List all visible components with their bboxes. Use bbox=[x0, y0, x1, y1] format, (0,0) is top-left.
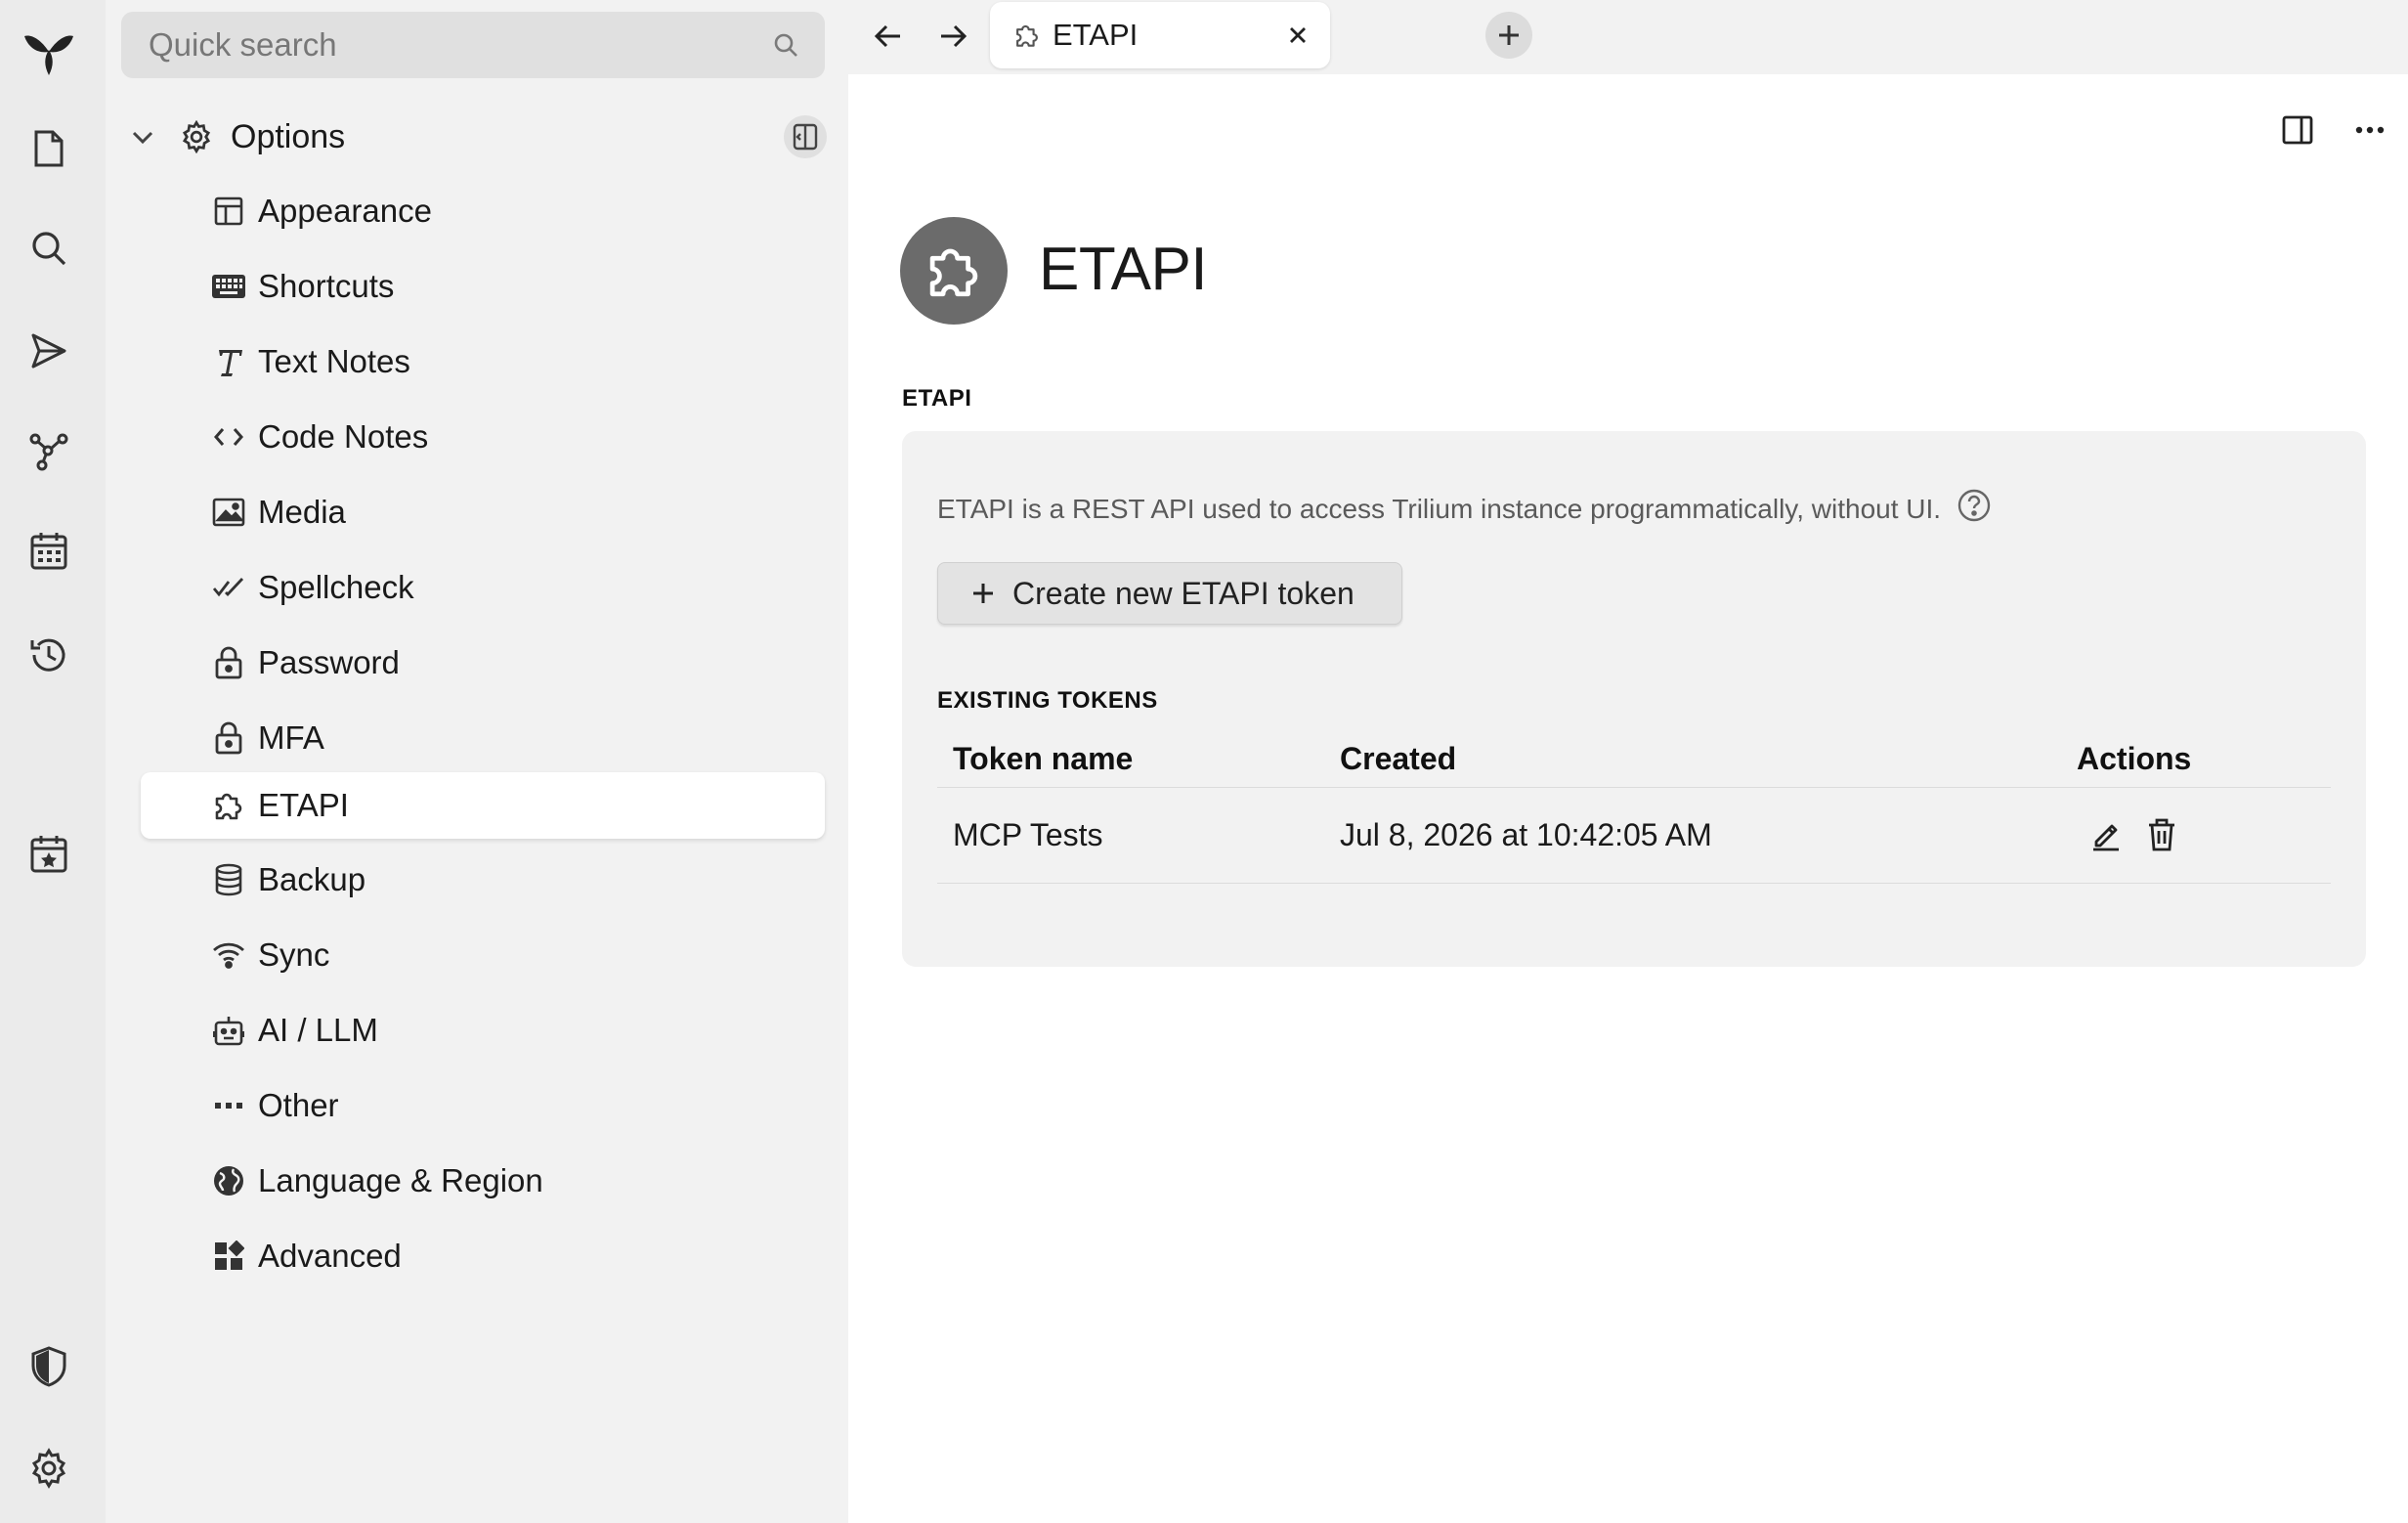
close-icon[interactable] bbox=[1283, 26, 1312, 44]
forward-arrow-icon[interactable] bbox=[928, 12, 977, 61]
history-icon[interactable] bbox=[22, 628, 76, 682]
calendar-icon[interactable] bbox=[22, 524, 76, 579]
plus-icon bbox=[971, 582, 995, 605]
keyboard-icon bbox=[209, 267, 248, 306]
back-arrow-icon[interactable] bbox=[864, 12, 913, 61]
launcher-bar bbox=[0, 0, 106, 1523]
tree-item-shortcuts[interactable]: Shortcuts bbox=[141, 253, 825, 320]
image-icon bbox=[209, 493, 248, 532]
tree-item-spellcheck[interactable]: Spellcheck bbox=[141, 554, 825, 621]
tree-item-label: Spellcheck bbox=[258, 569, 414, 605]
database-icon bbox=[209, 860, 248, 899]
tree-item-label: ETAPI bbox=[258, 787, 349, 823]
token-name-cell: MCP Tests bbox=[937, 787, 1324, 884]
tree-item-mfa[interactable]: MFA bbox=[141, 705, 825, 771]
tree-item-text-notes[interactable]: Text Notes bbox=[141, 328, 825, 395]
tree-item-other[interactable]: Other bbox=[141, 1072, 825, 1139]
tree-item-ai-llm[interactable]: AI / LLM bbox=[141, 997, 825, 1064]
add-tab-icon[interactable] bbox=[1485, 12, 1532, 59]
note-title[interactable]: ETAPI bbox=[1039, 235, 1208, 304]
gear-icon bbox=[180, 120, 217, 153]
tree-item-label: Other bbox=[258, 1087, 339, 1123]
edit-pencil-icon[interactable] bbox=[2090, 818, 2122, 851]
split-view-icon[interactable] bbox=[2271, 104, 2324, 156]
tree-item-label: Text Notes bbox=[258, 343, 410, 379]
tab-etapi[interactable]: ETAPI bbox=[990, 2, 1330, 68]
tree-item-code-notes[interactable]: Code Notes bbox=[141, 404, 825, 470]
chevron-down-icon[interactable] bbox=[129, 123, 164, 151]
shield-icon[interactable] bbox=[22, 1339, 76, 1394]
puzzle-icon bbox=[209, 786, 248, 825]
create-token-button[interactable]: Create new ETAPI token bbox=[937, 562, 1402, 625]
note-detail: ETAPI ETAPI ETAPI is a REST API used to … bbox=[848, 74, 2408, 1523]
token-created-cell: Jul 8, 2026 at 10:42:05 AM bbox=[1324, 787, 2061, 884]
new-note-icon[interactable] bbox=[22, 121, 76, 176]
note-tree-panel: Options Appearance Shortcuts Text Notes … bbox=[106, 0, 848, 1523]
note-icon[interactable] bbox=[900, 217, 1008, 325]
existing-tokens-heading: EXISTING TOKENS bbox=[937, 687, 1158, 714]
table-row: MCP Tests Jul 8, 2026 at 10:42:05 AM bbox=[937, 787, 2331, 884]
italic-t-icon bbox=[209, 342, 248, 381]
tree-item-label: Code Notes bbox=[258, 418, 429, 455]
tree-item-appearance[interactable]: Appearance bbox=[141, 178, 825, 244]
tree-item-label: Appearance bbox=[258, 193, 432, 229]
tree-item-label: Advanced bbox=[258, 1238, 402, 1274]
tree-item-language-region[interactable]: Language & Region bbox=[141, 1148, 825, 1214]
search-icon[interactable] bbox=[772, 31, 799, 59]
collapse-tree-icon[interactable] bbox=[784, 115, 827, 158]
today-icon[interactable] bbox=[22, 827, 76, 882]
search-icon[interactable] bbox=[22, 221, 76, 276]
tree-item-label: Backup bbox=[258, 861, 366, 897]
column-header-token-name: Token name bbox=[937, 732, 1324, 788]
tree-item-etapi[interactable]: ETAPI bbox=[141, 772, 825, 839]
description-text: ETAPI is a REST API used to access Trili… bbox=[937, 494, 1942, 524]
graph-icon[interactable] bbox=[22, 424, 76, 479]
column-header-actions: Actions bbox=[2061, 732, 2331, 788]
tree-root-options[interactable]: Options bbox=[129, 109, 829, 164]
tree-root-label: Options bbox=[231, 117, 346, 155]
lock-icon bbox=[209, 718, 248, 758]
trash-icon[interactable] bbox=[2147, 817, 2176, 852]
tree-item-label: Password bbox=[258, 644, 400, 680]
table-header-row: Token name Created Actions bbox=[937, 732, 2331, 788]
send-icon[interactable] bbox=[22, 324, 76, 378]
section-title: ETAPI bbox=[902, 385, 972, 412]
etapi-options-card: ETAPI is a REST API used to access Trili… bbox=[902, 431, 2366, 967]
tree-item-label: MFA bbox=[258, 719, 324, 756]
layout-icon bbox=[209, 192, 248, 231]
tab-title: ETAPI bbox=[1053, 18, 1139, 52]
globe-icon bbox=[209, 1161, 248, 1200]
code-brackets-icon bbox=[209, 417, 248, 457]
tree-item-media[interactable]: Media bbox=[141, 479, 825, 545]
tree-item-label: AI / LLM bbox=[258, 1012, 378, 1048]
wifi-icon bbox=[209, 936, 248, 975]
lock-icon bbox=[209, 643, 248, 682]
robot-icon bbox=[209, 1011, 248, 1050]
tree-item-sync[interactable]: Sync bbox=[141, 922, 825, 988]
settings-icon[interactable] bbox=[22, 1441, 76, 1496]
widgets-icon bbox=[209, 1237, 248, 1276]
token-actions-cell bbox=[2061, 787, 2331, 884]
etapi-description: ETAPI is a REST API used to access Trili… bbox=[937, 489, 1992, 525]
tree-item-backup[interactable]: Backup bbox=[141, 847, 825, 913]
tree-item-label: Sync bbox=[258, 936, 330, 973]
quick-search-input[interactable] bbox=[149, 26, 772, 64]
more-options-icon[interactable] bbox=[2344, 104, 2396, 156]
help-icon[interactable] bbox=[1956, 488, 1992, 523]
column-header-created: Created bbox=[1324, 732, 2061, 788]
tab-bar: ETAPI bbox=[848, 0, 2408, 74]
tree-item-label: Media bbox=[258, 494, 346, 530]
logo-icon[interactable] bbox=[22, 25, 76, 80]
create-token-label: Create new ETAPI token bbox=[1012, 575, 1354, 611]
double-check-icon bbox=[209, 568, 248, 607]
tree-item-label: Language & Region bbox=[258, 1162, 543, 1198]
dots-icon bbox=[209, 1086, 248, 1125]
tree-item-label: Shortcuts bbox=[258, 268, 395, 304]
tree-item-password[interactable]: Password bbox=[141, 630, 825, 696]
tree-item-advanced[interactable]: Advanced bbox=[141, 1223, 825, 1289]
tokens-table: Token name Created Actions MCP Tests Jul… bbox=[937, 732, 2331, 884]
puzzle-icon bbox=[1013, 22, 1043, 49]
quick-search-bar[interactable] bbox=[121, 12, 825, 78]
